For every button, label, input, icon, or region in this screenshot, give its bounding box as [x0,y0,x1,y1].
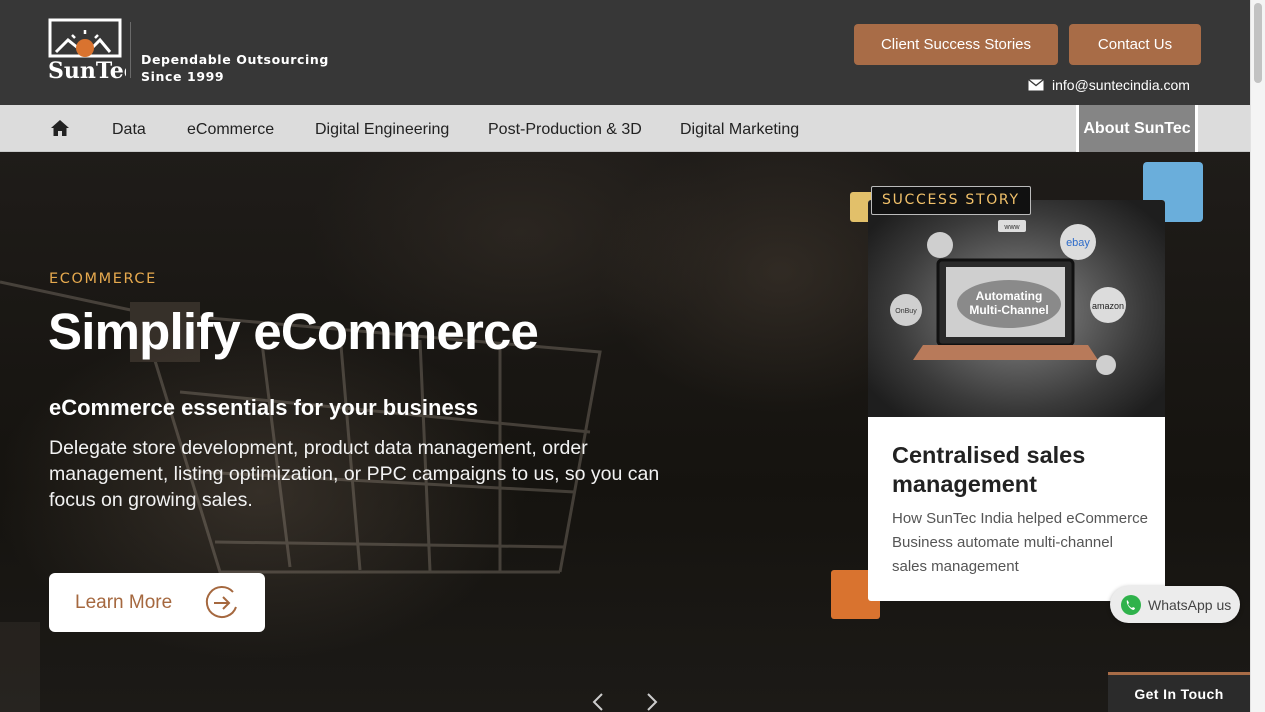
whatsapp-button[interactable]: WhatsApp us [1110,586,1240,623]
chevron-left-icon[interactable] [588,692,608,712]
success-story-image: Automating Multi-Channel ebay amazon OnB… [868,200,1165,417]
main-nav: Data eCommerce Digital Engineering Post-… [0,105,1250,152]
logo-divider [130,22,131,78]
image-caption-line2: Multi-Channel [969,303,1048,317]
nav-item-digital-marketing[interactable]: Digital Marketing [680,105,799,152]
success-story-badge: SUCCESS STORY [871,186,1031,215]
learn-more-button[interactable]: Learn More [49,573,265,632]
whatsapp-label: WhatsApp us [1148,596,1232,613]
ebay-logo-text: ebay [1066,237,1090,249]
tagline-line2: Since 1999 [141,69,225,84]
envelope-icon [1028,79,1044,91]
nav-item-post-production[interactable]: Post-Production & 3D [488,105,642,152]
success-story-card[interactable]: Automating Multi-Channel ebay amazon OnB… [868,200,1165,601]
learn-more-label: Learn More [75,591,173,613]
hero-eyebrow: ECOMMERCE [49,271,157,287]
success-story-title: Centralised sales management [892,442,1086,497]
hero-subtitle: eCommerce essentials for your business [49,395,479,420]
svg-text:SunTec: SunTec [48,58,126,82]
suntec-logo[interactable]: SunTec [48,18,126,82]
image-caption-line1: Automating [976,289,1043,303]
email-text: info@suntecindia.com [1052,77,1190,93]
nav-item-data[interactable]: Data [112,105,146,152]
scrollbar-thumb[interactable] [1254,3,1262,83]
get-in-touch-button[interactable]: Get In Touch [1108,672,1250,712]
success-story-description: How SunTec India helped eCommerce Busine… [892,510,1148,575]
arrow-right-circle-icon [205,585,237,618]
hero-banner: ECOMMERCE Simplify eCommerce eCommerce e… [0,152,1250,712]
tagline-line1: Dependable Outsourcing [141,52,329,67]
contact-us-button[interactable]: Contact Us [1069,24,1201,65]
client-success-stories-button[interactable]: Client Success Stories [854,24,1058,65]
site-header: SunTec Dependable Outsourcing Since 1999… [0,0,1250,105]
www-box-text: www [1003,224,1020,231]
email-link[interactable]: info@suntecindia.com [1028,77,1190,93]
hero-description: Delegate store development, product data… [49,437,660,511]
tagline: Dependable Outsourcing Since 1999 [141,51,329,85]
page-scrollbar[interactable] [1250,0,1265,712]
chevron-right-icon[interactable] [642,692,662,712]
amazon-logo-text: amazon [1092,301,1124,311]
home-icon[interactable] [50,119,70,137]
nav-item-ecommerce[interactable]: eCommerce [187,105,274,152]
onbuy-logo-text: OnBuy [895,308,917,315]
whatsapp-icon [1121,594,1141,615]
nav-item-about-suntec[interactable]: About SunTec [1076,105,1198,152]
nav-item-digital-engineering[interactable]: Digital Engineering [315,105,449,152]
hero-title: Simplify eCommerce [48,303,539,360]
